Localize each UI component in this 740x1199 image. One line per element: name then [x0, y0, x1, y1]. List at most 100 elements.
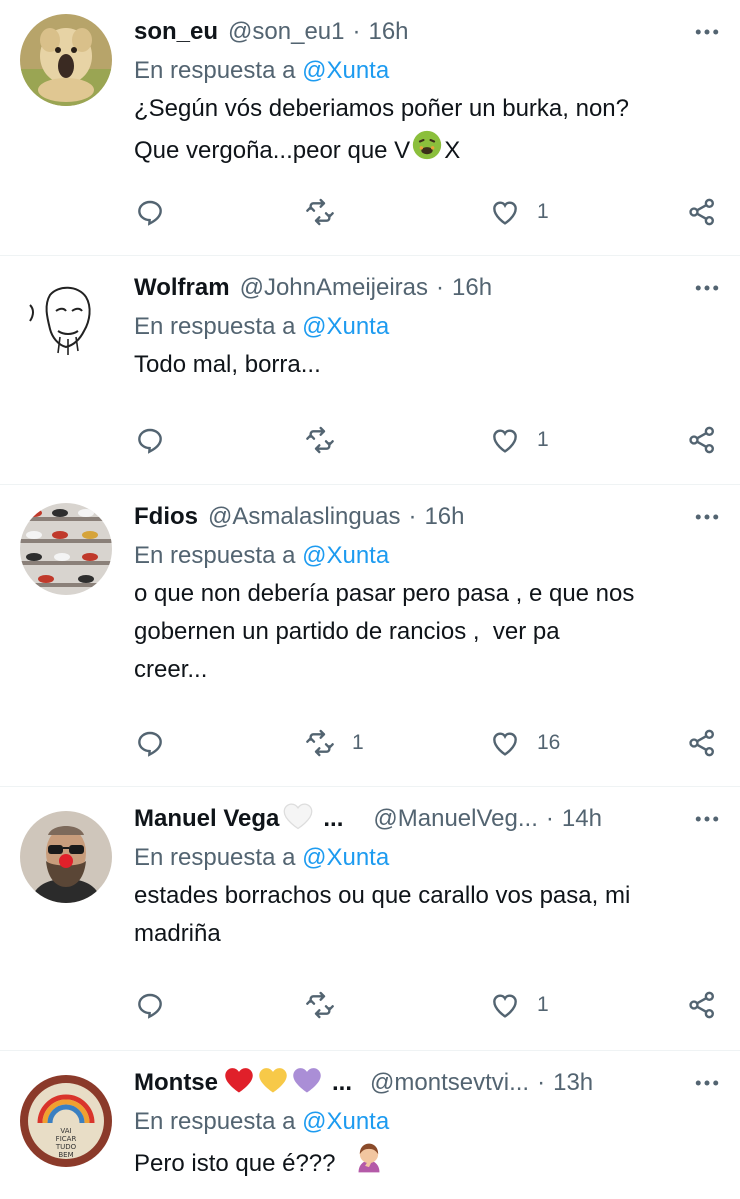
retweet-button[interactable] [304, 196, 352, 228]
clown-nose-man-avatar-icon [20, 811, 112, 903]
share-button[interactable] [686, 989, 718, 1021]
retweet-button[interactable]: 1 [304, 727, 364, 759]
tweet-text: Todo mal, borra... [134, 351, 321, 378]
retweet-icon [304, 989, 336, 1021]
timestamp[interactable]: 14h [562, 805, 602, 833]
reply-icon [134, 727, 166, 759]
like-count: 16 [537, 731, 561, 754]
tweet[interactable]: Wolfram @JohnAmeijeiras · 16h En respues… [0, 256, 740, 485]
display-name[interactable]: Manuel Vega [134, 805, 279, 833]
user-handle[interactable]: @Asmalaslinguas [208, 503, 400, 531]
reply-prefix: En respuesta a [134, 57, 296, 84]
timestamp[interactable]: 13h [553, 1069, 593, 1097]
user-handle[interactable]: @son_eu1 [228, 18, 344, 46]
tweet-text: ¿Según vós deberiamos poñer un burka, no… [134, 90, 722, 174]
reply-button[interactable] [134, 196, 166, 228]
tweet[interactable]: son_eu @son_eu1 · 16h En respuesta a @Xu… [0, 0, 740, 256]
timestamp[interactable]: 16h [368, 18, 408, 46]
separator-dot: · [436, 274, 445, 301]
like-count: 1 [537, 200, 549, 223]
share-icon [686, 727, 718, 759]
sketch-face-avatar-icon [20, 275, 112, 367]
reply-icon [134, 989, 166, 1021]
more-options-icon[interactable] [692, 17, 722, 47]
reply-context: En respuesta a @Xunta [134, 310, 722, 344]
separator-dot: · [537, 1069, 546, 1096]
more-options-icon[interactable] [692, 804, 722, 834]
heart-icon [489, 727, 521, 759]
action-bar: 1 [134, 420, 718, 460]
retweet-icon [304, 727, 336, 759]
reply-mention-link[interactable]: @Xunta [302, 313, 389, 340]
share-button[interactable] [686, 196, 718, 228]
like-button[interactable]: 1 [489, 196, 549, 228]
facepalm-emoji-icon [353, 1141, 385, 1187]
tweet[interactable]: Fdios @Asmalaslinguas · 16h En respuesta… [0, 485, 740, 787]
share-icon [686, 424, 718, 456]
rainbow-badge-avatar-icon: VAI FICAR TUDO BEM [20, 1075, 112, 1167]
heart-icon [489, 424, 521, 456]
reply-mention-link[interactable]: @Xunta [302, 57, 389, 84]
reply-context: En respuesta a @Xunta [134, 539, 722, 573]
timestamp[interactable]: 16h [452, 274, 492, 302]
tweet-text: Pero isto que é??? [134, 1141, 722, 1187]
separator-dot: · [408, 503, 417, 530]
user-handle[interactable]: @montsevtvi... [370, 1069, 529, 1097]
name-truncation: ... [323, 805, 344, 832]
separator-dot: · [352, 18, 361, 45]
badge-text: VAI [60, 1127, 71, 1135]
retweet-button[interactable] [304, 989, 352, 1021]
share-button[interactable] [686, 727, 718, 759]
reply-prefix: En respuesta a [134, 1108, 296, 1135]
badge-text: BEM [58, 1151, 73, 1159]
tweet-text-line: ¿Según vós deberiamos poñer un burka, no… [134, 95, 629, 122]
share-icon [686, 989, 718, 1021]
reply-mention-link[interactable]: @Xunta [302, 1108, 389, 1135]
display-name[interactable]: Wolfram [134, 274, 230, 302]
reply-icon [134, 196, 166, 228]
more-options-icon[interactable] [692, 1068, 722, 1098]
user-handle[interactable]: @JohnAmeijeiras [240, 274, 428, 302]
display-name[interactable]: Fdios [134, 503, 198, 531]
display-name[interactable]: son_eu [134, 18, 218, 46]
reply-button[interactable] [134, 424, 166, 456]
tweet[interactable]: VAI FICAR TUDO BEM Montse ... @montsevtv… [0, 1051, 740, 1199]
like-button[interactable]: 16 [489, 727, 560, 759]
reply-context: En respuesta a @Xunta [134, 1105, 722, 1139]
more-options-icon[interactable] [692, 502, 722, 532]
reply-mention-link[interactable]: @Xunta [302, 844, 389, 871]
red-heart-icon [224, 1066, 254, 1101]
avatar[interactable] [20, 275, 112, 367]
reply-button[interactable] [134, 727, 166, 759]
purple-heart-icon [292, 1066, 322, 1101]
dog-avatar-icon [20, 14, 112, 106]
action-bar: 1 [134, 985, 718, 1025]
like-count: 1 [537, 428, 549, 451]
tweet-text: o que non debería pasar pero pasa , e qu… [134, 580, 635, 683]
like-button[interactable]: 1 [489, 424, 549, 456]
nauseated-face-emoji-icon [410, 128, 444, 174]
reply-prefix: En respuesta a [134, 844, 296, 871]
user-handle[interactable]: @ManuelVeg... [373, 805, 537, 833]
retweet-count: 1 [352, 731, 364, 754]
like-button[interactable]: 1 [489, 989, 549, 1021]
badge-text: FICAR [56, 1135, 77, 1143]
share-button[interactable] [686, 424, 718, 456]
action-bar: 1 [134, 192, 718, 232]
avatar[interactable] [20, 811, 112, 903]
display-name[interactable]: Montse [134, 1069, 218, 1097]
reply-mention-link[interactable]: @Xunta [302, 542, 389, 569]
more-options-icon[interactable] [692, 273, 722, 303]
tweet[interactable]: Manuel Vega ... @ManuelVeg... · 14h En r… [0, 787, 740, 1051]
reply-button[interactable] [134, 989, 166, 1021]
heart-icon [489, 989, 521, 1021]
retweet-button[interactable] [304, 424, 352, 456]
yellow-heart-icon [258, 1066, 288, 1101]
retweet-icon [304, 196, 336, 228]
timestamp[interactable]: 16h [424, 503, 464, 531]
avatar[interactable] [20, 14, 112, 106]
avatar[interactable]: VAI FICAR TUDO BEM [20, 1075, 112, 1167]
shoe-shelf-avatar-icon [20, 503, 112, 595]
tweet-text-line: Pero isto que é??? [134, 1150, 336, 1177]
avatar[interactable] [20, 503, 112, 595]
